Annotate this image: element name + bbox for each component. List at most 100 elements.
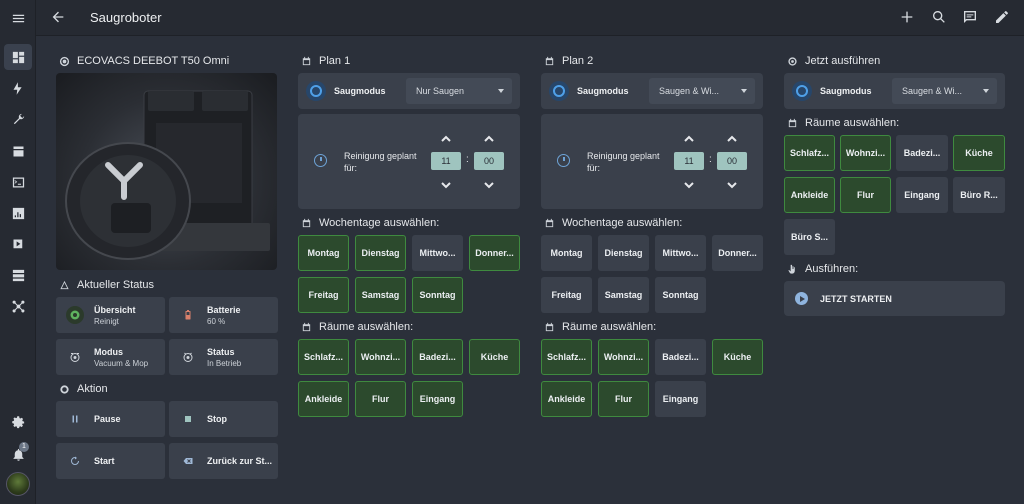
hour-up-chevron-icon[interactable] bbox=[683, 132, 695, 144]
plan2-day-friday[interactable]: Freitag bbox=[541, 277, 592, 313]
plan1-mode-label: Saugmodus bbox=[334, 86, 386, 96]
robot-vacuum-icon bbox=[59, 56, 70, 66]
hacs-icon[interactable] bbox=[4, 138, 32, 164]
top-bar: Saugroboter bbox=[36, 0, 1024, 36]
plan2-room-hallway[interactable]: Flur bbox=[598, 381, 649, 417]
plan1-mode-select[interactable]: Nur Saugen bbox=[406, 78, 512, 104]
minute-down-chevron-icon[interactable] bbox=[726, 178, 738, 190]
plan1-day-saturday[interactable]: Samstag bbox=[355, 277, 406, 313]
now-room-office-r[interactable]: Büro R... bbox=[953, 177, 1005, 213]
media-icon[interactable] bbox=[4, 231, 32, 257]
wrench-icon[interactable] bbox=[4, 106, 32, 132]
plan1-day-friday[interactable]: Freitag bbox=[298, 277, 349, 313]
edit-pencil-icon[interactable] bbox=[994, 9, 1012, 27]
plan1-weekdays-heading: Wochentage auswählen: bbox=[301, 217, 439, 229]
plan2-day-monday[interactable]: Montag bbox=[541, 235, 592, 271]
plan1-rooms-heading-label: Räume auswählen: bbox=[319, 321, 414, 333]
plan1-hour-input[interactable]: 11 bbox=[431, 152, 461, 170]
hour-down-chevron-icon[interactable] bbox=[440, 178, 452, 190]
plan1-room-bedroom[interactable]: Schlafz... bbox=[298, 339, 349, 375]
plan2-room-kitchen[interactable]: Küche bbox=[712, 339, 763, 375]
plan2-day-tuesday[interactable]: Dienstag bbox=[598, 235, 649, 271]
dock-icon bbox=[179, 452, 197, 470]
plan2-minute-input[interactable]: 00 bbox=[717, 152, 747, 170]
plan2-mode-select[interactable]: Saugen & Wi... bbox=[649, 78, 755, 104]
start-now-button[interactable]: JETZT STARTEN bbox=[784, 281, 1005, 316]
plan2-room-bathroom[interactable]: Badezi... bbox=[655, 339, 706, 375]
start-button[interactable]: Start bbox=[56, 443, 165, 479]
return-dock-button-label: Zurück zur St... bbox=[207, 456, 273, 466]
minute-up-chevron-icon[interactable] bbox=[726, 132, 738, 144]
now-room-hallway[interactable]: Flur bbox=[840, 177, 891, 213]
status-tile-status[interactable]: Status In Betrieb bbox=[169, 339, 278, 375]
user-avatar[interactable] bbox=[6, 472, 30, 496]
status-tile-battery[interactable]: Batterie 60 % bbox=[169, 297, 278, 333]
plan1-day-thursday[interactable]: Donner... bbox=[469, 235, 520, 271]
plan1-day-tuesday[interactable]: Dienstag bbox=[355, 235, 406, 271]
pause-button[interactable]: Pause bbox=[56, 401, 165, 437]
now-room-office-s[interactable]: Büro S... bbox=[784, 219, 835, 255]
now-room-kitchen[interactable]: Küche bbox=[953, 135, 1005, 171]
hand-pointer-icon bbox=[788, 264, 795, 274]
settings-gear-icon[interactable] bbox=[4, 409, 32, 435]
dropdown-arrow-icon bbox=[498, 89, 504, 93]
plan1-day-sunday[interactable]: Sonntag bbox=[412, 277, 463, 313]
plan2-day-sunday[interactable]: Sonntag bbox=[655, 277, 706, 313]
hour-up-chevron-icon[interactable] bbox=[440, 132, 452, 144]
plan2-room-bedroom[interactable]: Schlafz... bbox=[541, 339, 592, 375]
plan1-room-dressing[interactable]: Ankleide bbox=[298, 381, 349, 417]
server-icon[interactable] bbox=[4, 262, 32, 288]
plan2-schedule-card: Reinigung geplant für: 11 : 00 bbox=[541, 114, 763, 209]
plan1-room-hallway[interactable]: Flur bbox=[355, 381, 406, 417]
network-icon[interactable] bbox=[4, 293, 32, 319]
add-icon[interactable] bbox=[899, 9, 917, 27]
now-room-entrance[interactable]: Eingang bbox=[896, 177, 948, 213]
plan2-room-entrance[interactable]: Eingang bbox=[655, 381, 706, 417]
back-arrow-icon[interactable] bbox=[50, 9, 68, 27]
now-mode-label: Saugmodus bbox=[820, 86, 872, 96]
plan1-mode-row: Saugmodus Nur Saugen bbox=[298, 73, 520, 109]
calendar-icon bbox=[545, 56, 554, 65]
plan2-room-dressing[interactable]: Ankleide bbox=[541, 381, 592, 417]
device-name: ECOVACS DEEBOT T50 Omni bbox=[77, 55, 230, 67]
plan2-hour-input[interactable]: 11 bbox=[674, 152, 704, 170]
hour-down-chevron-icon[interactable] bbox=[683, 178, 695, 190]
now-room-bathroom[interactable]: Badezi... bbox=[896, 135, 948, 171]
pause-button-label: Pause bbox=[94, 414, 121, 424]
time-separator: : bbox=[709, 154, 712, 165]
now-room-bedroom[interactable]: Schlafz... bbox=[784, 135, 835, 171]
now-room-dressing[interactable]: Ankleide bbox=[784, 177, 835, 213]
plan1-room-entrance[interactable]: Eingang bbox=[412, 381, 463, 417]
now-mode-select[interactable]: Saugen & Wi... bbox=[892, 78, 997, 104]
terminal-icon[interactable] bbox=[4, 169, 32, 195]
plan1-room-kitchen[interactable]: Küche bbox=[469, 339, 520, 375]
plan1-day-monday[interactable]: Montag bbox=[298, 235, 349, 271]
plan1-schedule-card: Reinigung geplant für: 11 : 00 bbox=[298, 114, 520, 209]
minute-down-chevron-icon[interactable] bbox=[483, 178, 495, 190]
search-icon[interactable] bbox=[931, 9, 949, 27]
plan1-minute-input[interactable]: 00 bbox=[474, 152, 504, 170]
dashboard-icon[interactable] bbox=[4, 44, 32, 70]
minute-up-chevron-icon[interactable] bbox=[483, 132, 495, 144]
calendar-icon bbox=[302, 56, 311, 65]
stop-button[interactable]: Stop bbox=[169, 401, 278, 437]
vacuum-mode-icon bbox=[306, 81, 326, 101]
status-tile-mode[interactable]: Modus Vacuum & Mop bbox=[56, 339, 165, 375]
plan1-room-living[interactable]: Wohnzi... bbox=[355, 339, 406, 375]
assist-chat-icon[interactable] bbox=[962, 9, 980, 27]
menu-icon[interactable] bbox=[4, 5, 32, 31]
plan1-room-bathroom[interactable]: Badezi... bbox=[412, 339, 463, 375]
time-separator: : bbox=[466, 154, 469, 165]
now-rooms-heading-label: Räume auswählen: bbox=[805, 117, 900, 129]
status-tile-overview[interactable]: Übersicht Reinigt bbox=[56, 297, 165, 333]
status-heading-label: Aktueller Status bbox=[77, 279, 155, 291]
history-chart-icon[interactable] bbox=[4, 200, 32, 226]
plan2-day-saturday[interactable]: Samstag bbox=[598, 277, 649, 313]
plan2-day-thursday[interactable]: Donner... bbox=[712, 235, 763, 271]
energy-icon[interactable] bbox=[4, 75, 32, 101]
plan2-room-living[interactable]: Wohnzi... bbox=[598, 339, 649, 375]
return-dock-button[interactable]: Zurück zur St... bbox=[169, 443, 278, 479]
plan2-day-wednesday[interactable]: Mittwo... bbox=[655, 235, 706, 271]
plan1-day-wednesday[interactable]: Mittwo... bbox=[412, 235, 463, 271]
now-room-living[interactable]: Wohnzi... bbox=[840, 135, 891, 171]
